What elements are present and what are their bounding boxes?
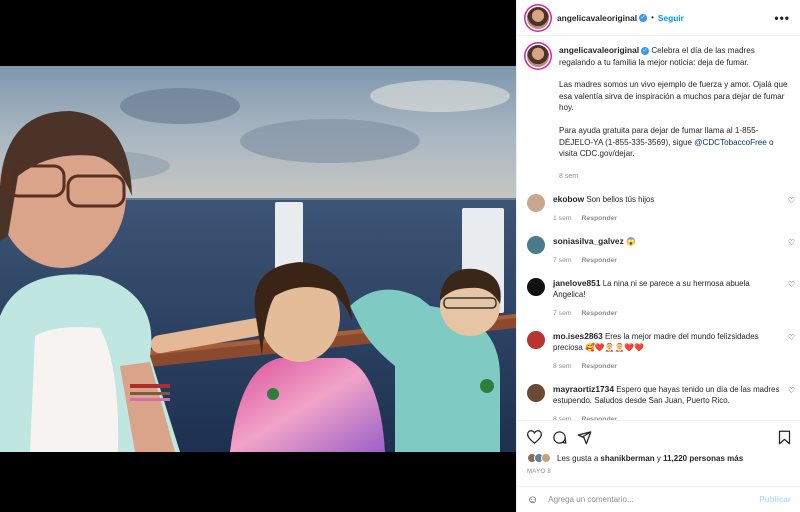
caption-avatar[interactable] (527, 45, 549, 67)
heart-icon[interactable]: ♡ (788, 333, 795, 342)
heart-icon[interactable]: ♡ (788, 196, 795, 205)
caption-username[interactable]: angelicavaleoriginal (559, 45, 639, 55)
comment-input[interactable] (548, 495, 749, 504)
post-date[interactable]: MAYO 8 (527, 469, 791, 475)
verified-icon: ✓ (641, 46, 650, 55)
commenter-username[interactable]: mayraortiz1734 (553, 384, 614, 394)
reply-button[interactable]: Responder (582, 257, 618, 264)
heart-icon[interactable] (527, 430, 542, 444)
caption-time[interactable]: 8 sem (559, 171, 791, 183)
likes-count[interactable]: 11,220 personas (663, 454, 725, 463)
commenter-avatar[interactable] (527, 331, 545, 350)
post-caption: angelicavaleoriginal ✓ Celebra el día de … (517, 37, 800, 182)
comment-body: mayraortiz1734 Espero que hayas tenido u… (553, 384, 781, 420)
commenter-avatar[interactable] (527, 278, 545, 297)
emoji-icon[interactable]: ☺ (527, 494, 538, 506)
post-actions: Les gusta a shanikberman y 11,220 person… (517, 420, 800, 486)
comment-body: ekobow Son bellos tús hijos 1 sem Responde… (553, 194, 781, 224)
heart-icon[interactable]: ♡ (788, 386, 795, 395)
comment-body: soniasilva_galvez 😱 7 sem Responder (553, 236, 781, 266)
commenter-avatar[interactable] (527, 194, 545, 213)
commenter-avatar[interactable] (527, 236, 545, 255)
comment-time[interactable]: 7 sem (553, 310, 572, 317)
caption-paragraph-1: angelicavaleoriginal ✓ Celebra el día de … (559, 45, 791, 68)
author-avatar[interactable] (527, 6, 549, 29)
commenter-username[interactable]: mo.ises2863 (553, 331, 603, 341)
liker-username[interactable]: shanikberman (600, 454, 654, 463)
heart-icon[interactable]: ♡ (788, 238, 795, 247)
separator-dot: • (651, 13, 654, 22)
reply-button[interactable]: Responder (582, 363, 618, 370)
comment-icon[interactable] (552, 430, 567, 445)
comment-item: ekobow Son bellos tús hijos 1 sem Responde… (517, 194, 800, 224)
commenter-username[interactable]: soniasilva_galvez (553, 236, 624, 246)
comment-item: mo.ises2863 Eres la mejor madre del mund… (517, 331, 800, 372)
post-header: angelicavaleoriginal ✓ • Seguir ••• (517, 0, 800, 36)
liker-avatar (541, 453, 551, 463)
post-photo[interactable] (0, 66, 516, 452)
more-icon[interactable]: ••• (774, 11, 790, 25)
caption-paragraph-3: Para ayuda gratuita para dejar de fumar … (559, 125, 791, 160)
share-icon[interactable] (577, 430, 592, 445)
comment-composer: ☺ Publicar (517, 486, 800, 512)
commenter-avatar[interactable] (527, 384, 545, 403)
likes-summary: Les gusta a shanikberman y 11,220 person… (527, 453, 791, 463)
comment-body: janelove851 La nina ni se parece a su he… (553, 278, 781, 319)
liker-avatars (527, 453, 551, 463)
mention-link[interactable]: @CDCTobaccoFree (694, 138, 767, 147)
follow-button[interactable]: Seguir (658, 13, 684, 23)
action-icons (527, 429, 791, 445)
bookmark-icon[interactable] (778, 430, 791, 445)
comment-body: mo.ises2863 Eres la mejor madre del mund… (553, 331, 781, 372)
comment-meta: 8 sem Responder (553, 361, 781, 372)
author-username[interactable]: angelicavaleoriginal (557, 13, 637, 23)
comment-list: ekobow Son bellos tús hijos 1 sem Responde… (517, 194, 800, 420)
verified-icon: ✓ (639, 13, 648, 22)
reply-button[interactable]: Responder (582, 310, 618, 317)
comment-text: 😱 (625, 237, 636, 247)
comment-meta: 7 sem Responder (553, 255, 781, 266)
comment-item: soniasilva_galvez 😱 7 sem Responder ♡ (517, 236, 800, 266)
commenter-username[interactable]: janelove851 (553, 278, 601, 288)
likes-middle: y (654, 453, 664, 463)
commenter-username[interactable]: ekobow (553, 194, 584, 204)
likes-suffix: más (724, 453, 744, 463)
comment-time[interactable]: 8 sem (553, 363, 572, 370)
post-side-panel: angelicavaleoriginal ✓ • Seguir ••• ange… (516, 0, 800, 512)
caption-paragraph-2: Las madres somos un vivo ejemplo de fuer… (559, 80, 788, 113)
comment-time[interactable]: 1 sem (553, 215, 572, 222)
comment-meta: 1 sem Responder (553, 213, 781, 224)
comment-time[interactable]: 7 sem (553, 257, 572, 264)
reply-button[interactable]: Responder (582, 215, 618, 222)
comment-item: mayraortiz1734 Espero que hayas tenido u… (517, 384, 800, 420)
heart-icon[interactable]: ♡ (788, 280, 795, 289)
comment-meta: 7 sem Responder (553, 308, 781, 319)
likes-prefix: Les gusta a (557, 453, 599, 463)
post-comment-button[interactable]: Publicar (759, 495, 791, 504)
comments-scroll-area[interactable]: angelicavaleoriginal ✓ Celebra el día de … (517, 37, 800, 420)
caption-body: angelicavaleoriginal ✓ Celebra el día de … (559, 45, 791, 182)
comment-text: Son bellos tús hijos (586, 195, 655, 205)
comment-item: janelove851 La nina ni se parece a su he… (517, 278, 800, 319)
post-media (0, 0, 516, 512)
